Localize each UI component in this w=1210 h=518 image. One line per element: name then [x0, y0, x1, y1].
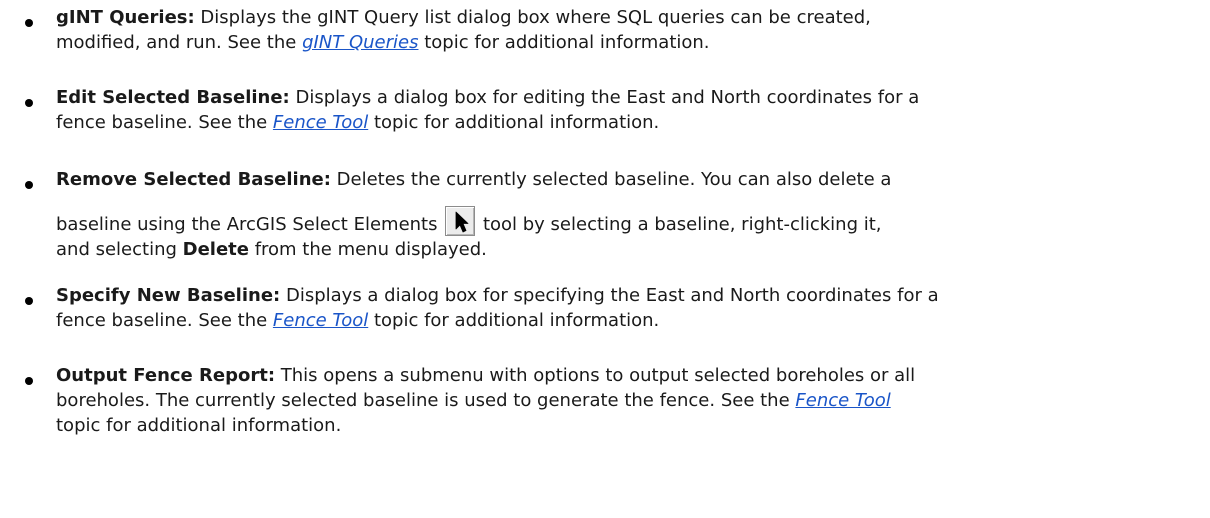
help-document: gINT Queries: Displays the gINT Query li… [0, 0, 1210, 518]
line: Remove Selected Baseline: Deletes the cu… [56, 167, 1176, 192]
line: Specify New Baseline: Displays a dialog … [56, 283, 1176, 308]
bullet-icon [25, 377, 33, 385]
line: modified, and run. See the gINT Queries … [56, 30, 1176, 55]
line: gINT Queries: Displays the gINT Query li… [56, 5, 1176, 30]
line: Output Fence Report: This opens a submen… [56, 363, 1176, 388]
description: Displays a dialog box for specifying the… [280, 285, 939, 306]
list-item-text: gINT Queries: Displays the gINT Query li… [56, 5, 1176, 55]
list-item-text: Edit Selected Baseline: Displays a dialo… [56, 85, 1176, 135]
line: baseline using the ArcGIS Select Element… [56, 206, 1176, 237]
fence-tool-link[interactable]: Fence Tool [273, 310, 368, 331]
description: from the menu displayed. [248, 239, 487, 260]
line: Edit Selected Baseline: Displays a dialo… [56, 85, 1176, 110]
term-label: Remove Selected Baseline: [56, 169, 331, 190]
description: Displays the gINT Query list dialog box … [194, 7, 871, 28]
term-label: Edit Selected Baseline: [56, 87, 290, 108]
fence-tool-link[interactable]: Fence Tool [273, 112, 368, 133]
description: topic for additional information. [418, 32, 710, 53]
line: and selecting Delete from the menu displ… [56, 237, 1176, 262]
list-item-text: Specify New Baseline: Displays a dialog … [56, 283, 1176, 333]
description: tool by selecting a baseline, right-clic… [477, 214, 882, 235]
description: topic for additional information. [368, 112, 660, 133]
description: baseline using the ArcGIS Select Element… [56, 214, 444, 235]
delete-command-label: Delete [182, 239, 249, 260]
description: topic for additional information. [368, 310, 660, 331]
bullet-icon [25, 99, 33, 107]
description: modified, and run. See the [56, 32, 303, 53]
description: boreholes. The currently selected baseli… [56, 390, 796, 411]
description: This opens a submenu with options to out… [275, 365, 916, 386]
list-item-text: Remove Selected Baseline: Deletes the cu… [56, 167, 1176, 262]
term-label: gINT Queries: [56, 7, 195, 28]
description: and selecting [56, 239, 183, 260]
description: Deletes the currently selected baseline.… [330, 169, 892, 190]
description: topic for additional information. [56, 415, 342, 436]
term-label: Specify New Baseline: [56, 285, 281, 306]
description: fence baseline. See the [56, 310, 273, 331]
list-item-text: Output Fence Report: This opens a submen… [56, 363, 1176, 438]
line: boreholes. The currently selected baseli… [56, 388, 1176, 413]
bullet-icon [25, 19, 33, 27]
bullet-icon [25, 297, 33, 305]
description: fence baseline. See the [56, 112, 273, 133]
bullet-icon [25, 181, 33, 189]
gint-queries-link[interactable]: gINT Queries [302, 32, 418, 53]
line: fence baseline. See the Fence Tool topic… [56, 110, 1176, 135]
description: Displays a dialog box for editing the Ea… [289, 87, 920, 108]
line: fence baseline. See the Fence Tool topic… [56, 308, 1176, 333]
term-label: Output Fence Report: [56, 365, 276, 386]
fence-tool-link[interactable]: Fence Tool [795, 390, 890, 411]
select-elements-arrow-icon [445, 206, 476, 236]
line: topic for additional information. [56, 413, 1176, 438]
